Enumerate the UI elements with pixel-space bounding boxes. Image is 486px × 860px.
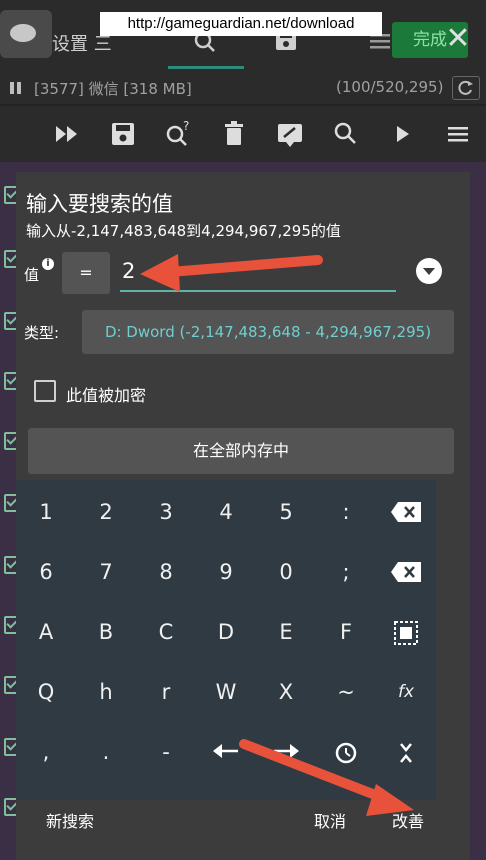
annotation-arrows — [140, 254, 414, 816]
annotation-arrow-refine — [239, 739, 414, 816]
annotation-arrow-input — [140, 254, 323, 292]
